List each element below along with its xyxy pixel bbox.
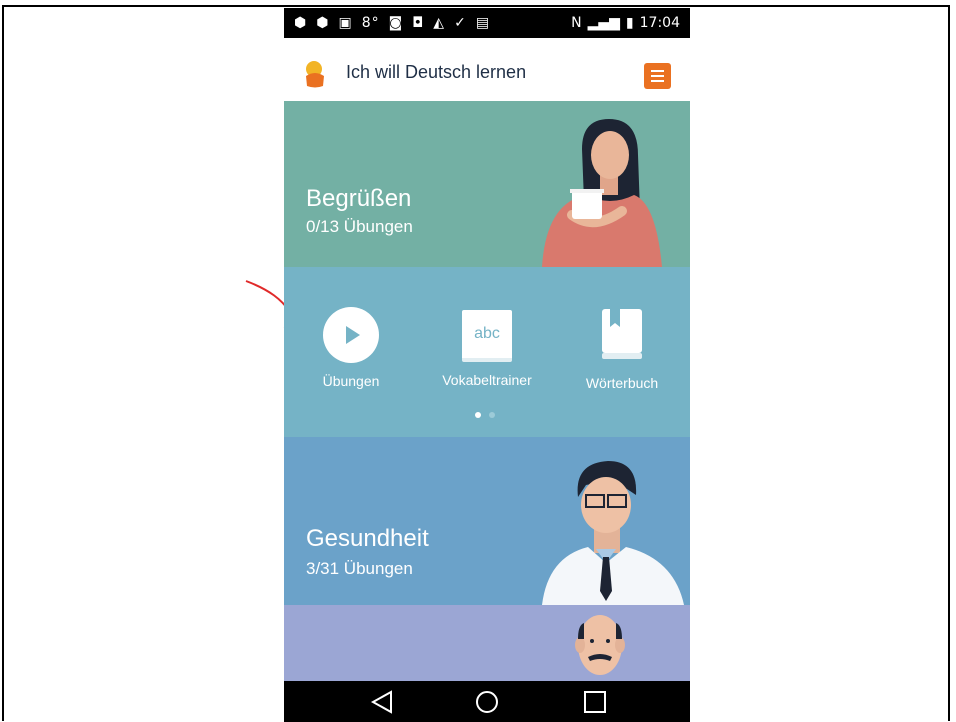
system-icons: N ▂▄▆ ▮ 17:04 <box>571 15 680 31</box>
app-bar: Ich will Deutsch lernen <box>284 38 690 101</box>
abc-card-icon: abc <box>462 310 512 362</box>
menu-line <box>651 70 664 72</box>
lesson-title: Gesundheit <box>306 525 429 552</box>
recent-apps-icon[interactable] <box>580 689 610 715</box>
man-illustration <box>575 615 625 675</box>
temperature-text: 8° <box>361 15 380 31</box>
download-done-icon: ✓ <box>454 15 467 31</box>
woman-with-cup-illustration <box>542 119 662 267</box>
lesson-card-next[interactable] <box>284 605 690 681</box>
lesson-progress: 0/13 Übungen <box>306 217 413 236</box>
clipboard-icon: ▤ <box>475 15 491 31</box>
page-indicator <box>475 412 495 418</box>
menu-line <box>651 80 664 82</box>
doctor-illustration <box>542 461 684 605</box>
page-dot[interactable] <box>489 412 495 418</box>
navigation-icon: ◭ <box>433 15 446 31</box>
action-uebungen[interactable]: Übungen <box>296 307 406 389</box>
battery-icon: ▮ <box>625 15 634 31</box>
lesson-progress: 3/31 Übungen <box>306 559 413 578</box>
clock: 17:04 <box>639 15 680 31</box>
nfc-icon: N <box>571 15 582 31</box>
instagram-icon: ◙ <box>388 15 404 31</box>
back-icon[interactable] <box>367 689 397 715</box>
action-label: Übungen <box>322 373 380 389</box>
hamburger-menu-button[interactable] <box>644 63 671 89</box>
app-icon: ◘ <box>412 15 425 31</box>
action-woerterbuch[interactable]: Wörterbuch <box>567 307 677 391</box>
action-label: Vokabeltrainer <box>442 372 532 388</box>
play-icon <box>323 307 379 363</box>
phone-screen: ⬢ ⬢ ▣ 8° ◙ ◘ ◭ ✓ ▤ N ▂▄▆ ▮ 17:04 Ich wil… <box>284 8 690 722</box>
app-logo-icon <box>306 61 324 88</box>
status-bar: ⬢ ⬢ ▣ 8° ◙ ◘ ◭ ✓ ▤ N ▂▄▆ ▮ 17:04 <box>284 8 690 38</box>
action-label: Wörterbuch <box>585 375 659 391</box>
app-icon: ⬢ <box>316 15 330 31</box>
action-vokabeltrainer[interactable]: abc Vokabeltrainer <box>432 307 542 388</box>
lesson-card-begruessen[interactable]: Begrüßen 0/13 Übungen <box>284 101 690 267</box>
system-navigation-bar <box>284 681 690 722</box>
app-icon: ⬢ <box>294 15 308 31</box>
image-icon: ▣ <box>338 15 353 31</box>
abc-icon-text: abc <box>474 325 500 342</box>
menu-line <box>651 75 664 77</box>
signal-icon: ▂▄▆ <box>587 15 620 31</box>
notification-icons: ⬢ ⬢ ▣ 8° ◙ ◘ ◭ ✓ ▤ <box>294 15 490 31</box>
book-icon <box>602 309 642 359</box>
lesson-actions-card: Übungen abc Vokabeltrainer Wörterbuch <box>284 267 690 437</box>
lesson-card-gesundheit[interactable]: Gesundheit 3/31 Übungen <box>284 437 690 605</box>
home-icon[interactable] <box>472 689 502 715</box>
app-title: Ich will Deutsch lernen <box>346 62 527 82</box>
page-dot-active <box>475 412 481 418</box>
lesson-title: Begrüßen <box>306 185 412 212</box>
